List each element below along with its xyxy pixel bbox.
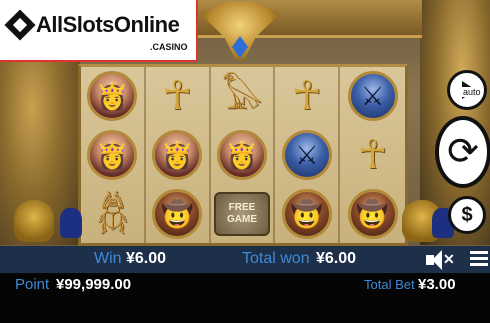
bet-button[interactable]: $	[448, 196, 486, 234]
diamond-icon	[4, 9, 36, 41]
warrior-symbol: ⚔	[281, 129, 332, 180]
reel-window: 👸 ☥ 𓅃 ☥ ⚔ 👸 👸 👸 ⚔ ☥ 𓆣 🤠 FREE GAME 🤠 🤠	[78, 64, 408, 246]
reel-cell: ⚔	[340, 67, 405, 126]
bird-symbol: 𓅃	[221, 75, 263, 117]
casino-logo: AllSlotsOnline .CASINO	[0, 0, 198, 62]
reel-cell: ☥	[275, 67, 341, 126]
total-bet-value: ¥3.00	[418, 276, 456, 293]
slot-game: 👸 ☥ 𓅃 ☥ ⚔ 👸 👸 👸 ⚔ ☥ 𓆣 🤠 FREE GAME 🤠 🤠 AllSlotsOnline .C…	[0, 0, 490, 323]
speaker-muted-icon[interactable]: ✕	[426, 250, 455, 270]
explorer-symbol: 🤠	[281, 188, 332, 239]
queen-symbol: 👸	[87, 129, 138, 180]
eye-of-horus-icon-left	[60, 208, 82, 238]
free-game-symbol: FREE GAME	[213, 191, 270, 236]
total-bet-label: Total Bet	[364, 277, 415, 292]
reel-cell: 𓅃	[211, 67, 276, 126]
queen-symbol: 👸	[216, 129, 267, 180]
reel-cell: ☥	[340, 126, 405, 185]
dollar-icon: $	[461, 203, 473, 226]
scarab-scroll-symbol: 𓆣	[96, 192, 129, 234]
reel-cell: ☥	[146, 67, 211, 126]
ankh-symbol: ☥	[357, 132, 388, 177]
win-label: Win	[94, 250, 122, 267]
refresh-icon: ⟳	[447, 131, 479, 173]
point-label: Point	[15, 276, 50, 293]
reel-cell: 𓆣	[81, 184, 146, 243]
ankh-symbol: ☥	[291, 74, 322, 119]
reel-cell: 🤠	[146, 184, 211, 243]
explorer-symbol: 🤠	[152, 188, 203, 239]
reel-cell: 👸	[211, 125, 276, 185]
win-value: ¥6.00	[126, 250, 167, 267]
hamburger-menu-icon[interactable]	[470, 251, 488, 267]
queen-symbol: 👸	[87, 71, 138, 122]
logo-subtext: .CASINO	[150, 42, 188, 52]
queen-symbol: 👸	[152, 129, 203, 180]
explorer-symbol: 🤠	[347, 188, 398, 239]
reel-cell: 🤠	[275, 184, 341, 243]
autoplay-label: auto	[462, 87, 482, 97]
point-value: ¥99,999.00	[56, 276, 132, 293]
total-won-label: Total won	[242, 250, 310, 267]
logo-text: AllSlotsOnline	[36, 12, 180, 37]
reel-cell: ⚔	[275, 125, 341, 185]
reel-cell: 👸	[146, 125, 211, 185]
warrior-symbol: ⚔	[347, 71, 398, 122]
ankh-symbol: ☥	[162, 74, 193, 119]
scarab-icon-left	[14, 200, 54, 242]
reel-cell: FREE GAME	[211, 184, 276, 243]
reel-cell: 👸	[81, 67, 146, 126]
total-won-value: ¥6.00	[316, 250, 357, 267]
reel-cell: 👸	[81, 125, 146, 185]
autoplay-button[interactable]: auto	[447, 70, 487, 110]
spin-button[interactable]: ⟳	[435, 116, 490, 188]
reel-grid: 👸 ☥ 𓅃 ☥ ⚔ 👸 👸 👸 ⚔ ☥ 𓆣 🤠 FREE GAME 🤠 🤠	[81, 67, 405, 243]
reel-cell: 🤠	[340, 184, 405, 243]
